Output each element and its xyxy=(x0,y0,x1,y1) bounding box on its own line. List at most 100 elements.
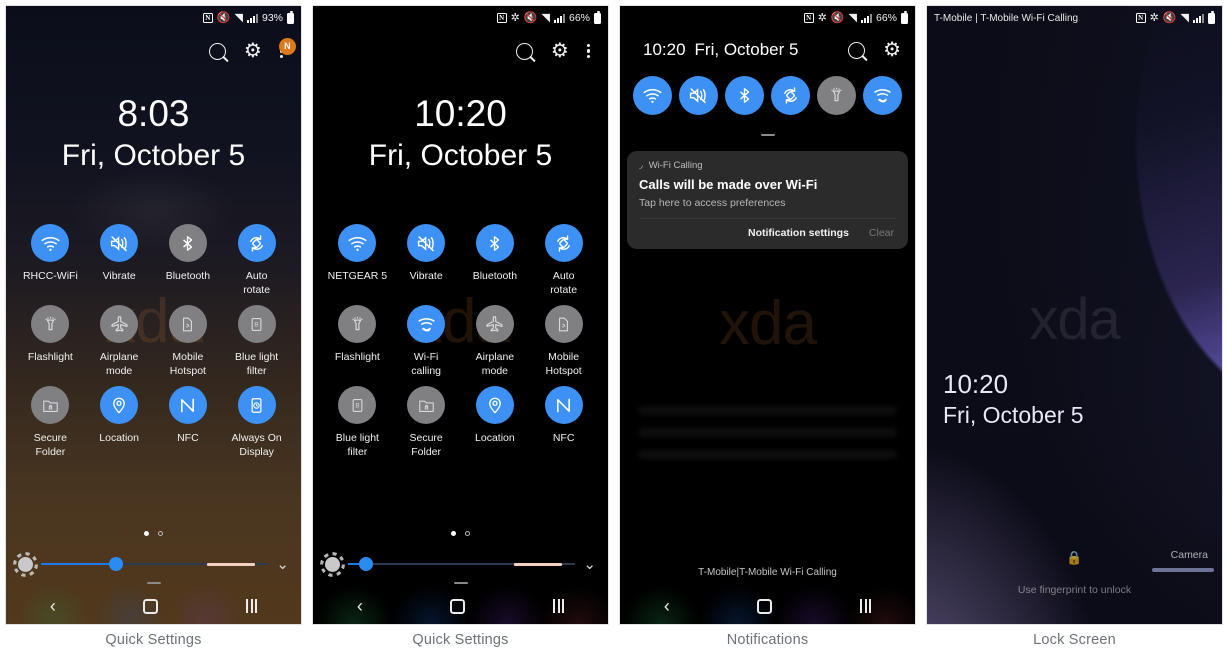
airplane-icon xyxy=(100,305,139,343)
tile-wifi[interactable]: NETGEAR 5 xyxy=(325,224,389,297)
recents-button[interactable] xyxy=(860,599,872,613)
panel-quick-settings-2: xda N ✲ 🔇 ◥ 66% ⚙ 10:20 Fri, October 5 N… xyxy=(307,0,614,655)
airplane-icon xyxy=(475,305,514,343)
gear-icon[interactable]: ⚙ xyxy=(244,41,262,61)
nfc-icon: N xyxy=(496,13,507,23)
home-button[interactable] xyxy=(757,598,773,614)
status-bar-2: N ✲ 🔇 ◥ 66% xyxy=(313,6,608,30)
compact-tile-bluetooth[interactable] xyxy=(725,76,764,115)
tile-aod[interactable]: Always On Display xyxy=(225,386,289,459)
compact-tile-vibrate[interactable] xyxy=(679,76,718,115)
wifi-icon: ◥ xyxy=(541,11,550,24)
tile-flashlight[interactable]: Flashlight xyxy=(325,305,389,378)
tile-securefolder[interactable]: Secure Folder xyxy=(18,386,82,459)
notification-header: 10:20 Fri, October 5 ⚙ xyxy=(620,34,915,66)
drag-handle[interactable] xyxy=(453,582,468,584)
tile-autorotate[interactable]: Auto rotate xyxy=(532,224,596,297)
tile-wifi[interactable]: RHCC-WiFi xyxy=(18,224,82,297)
more-options-icon[interactable] xyxy=(586,43,590,59)
camera-shortcut-handle[interactable] xyxy=(1152,568,1214,572)
gear-icon[interactable]: ⚙ xyxy=(551,41,569,61)
recents-button[interactable] xyxy=(246,599,258,613)
clock-time: 10:20 xyxy=(943,369,1009,399)
tile-label: Airplane mode xyxy=(475,351,515,377)
tile-label: Auto rotate xyxy=(550,270,578,296)
wifi-icon: ◥ xyxy=(1180,11,1189,24)
clear-button[interactable]: Clear xyxy=(869,227,894,239)
compact-tile-wifi[interactable] xyxy=(633,76,672,115)
vibrate-icon xyxy=(100,224,139,262)
notification-body: Tap here to access preferences xyxy=(639,197,786,209)
gear-icon[interactable]: ⚙ xyxy=(883,40,901,60)
chevron-down-icon[interactable]: ⌄ xyxy=(276,555,289,573)
clock-3: 10:20 Fri, October 5 xyxy=(634,40,848,60)
signal-icon xyxy=(553,13,565,23)
lock-clock: 10:20 Fri, October 5 xyxy=(943,368,1084,430)
search-icon[interactable] xyxy=(848,41,866,59)
tile-airplane[interactable]: Airplane mode xyxy=(87,305,151,378)
tile-nfc[interactable]: NFC xyxy=(532,386,596,459)
brightness-track[interactable] xyxy=(41,557,269,571)
tile-bluetooth[interactable]: Bluetooth xyxy=(156,224,220,297)
notification-app-name: Wi-Fi Calling xyxy=(648,160,703,171)
search-icon[interactable] xyxy=(208,42,226,60)
compact-tiles xyxy=(620,76,915,115)
back-button[interactable]: ‹ xyxy=(357,596,363,617)
tile-nfc[interactable]: NFC xyxy=(156,386,220,459)
tile-hotspot[interactable]: Mobile Hotspot xyxy=(532,305,596,378)
tile-hotspot[interactable]: Mobile Hotspot xyxy=(156,305,220,378)
navigation-bar-2: ‹ xyxy=(313,588,608,624)
tile-label: Secure Folder xyxy=(33,432,68,458)
tile-label: Vibrate xyxy=(409,270,443,282)
brightness-icon xyxy=(18,556,33,572)
camera-shortcut-label[interactable]: Camera xyxy=(1171,549,1208,561)
compact-tile-autorotate[interactable] xyxy=(771,76,810,115)
recents-button[interactable] xyxy=(553,599,565,613)
tile-bluelight[interactable]: B Blue light filter xyxy=(325,386,389,459)
tile-autorotate[interactable]: Auto rotate xyxy=(225,224,289,297)
tile-securefolder[interactable]: Secure Folder xyxy=(394,386,458,459)
tile-flashlight[interactable]: Flashlight xyxy=(18,305,82,378)
notification-settings-button[interactable]: Notification settings xyxy=(748,227,849,239)
tile-vibrate[interactable]: Vibrate xyxy=(394,224,458,297)
tile-label: NFC xyxy=(177,432,199,444)
tile-label: Mobile Hotspot xyxy=(545,351,582,377)
carrier-label: T-Mobile | T-Mobile Wi-Fi Calling xyxy=(934,12,1079,24)
panel-caption-2: Quick Settings xyxy=(412,632,509,648)
chevron-down-icon[interactable]: ⌄ xyxy=(583,555,596,573)
tile-row: Flashlight Airplane mode Mobile Hotspot B Blue… xyxy=(6,305,301,378)
drag-handle[interactable] xyxy=(146,582,161,584)
location-icon xyxy=(100,386,139,424)
tile-wificalling[interactable]: Wi-Fi calling xyxy=(394,305,458,378)
tile-row: NETGEAR 5 Vibrate Bluetooth Auto rotate xyxy=(313,224,608,297)
tile-label: Flashlight xyxy=(334,351,380,363)
brightness-track[interactable] xyxy=(348,557,576,571)
tile-label: RHCC-WiFi xyxy=(22,270,78,282)
tile-vibrate[interactable]: Vibrate xyxy=(87,224,151,297)
home-button[interactable] xyxy=(450,598,466,614)
tile-bluelight[interactable]: B Blue light filter xyxy=(225,305,289,378)
home-button[interactable] xyxy=(143,598,159,614)
compact-tile-wificalling[interactable] xyxy=(863,76,902,115)
drag-handle[interactable] xyxy=(760,134,775,136)
phone-screen-4: xda T-Mobile | T-Mobile Wi-Fi Calling N … xyxy=(926,5,1223,625)
search-icon[interactable] xyxy=(515,42,533,60)
back-button[interactable]: ‹ xyxy=(50,596,56,617)
battery-icon xyxy=(287,10,294,24)
clock-time: 10:20 xyxy=(414,93,507,134)
phone-screen-3: xda N ✲ 🔇 ◥ 66% 10:20 Fri, October 5 ⚙ ◞… xyxy=(619,5,916,625)
brightness-slider-1[interactable]: ⌄ xyxy=(6,551,301,577)
notification-app-row: ◞ Wi-Fi Calling xyxy=(639,160,896,171)
brightness-slider-2[interactable]: ⌄ xyxy=(313,551,608,577)
tile-bluetooth[interactable]: Bluetooth xyxy=(463,224,527,297)
tile-location[interactable]: Location xyxy=(463,386,527,459)
notification-card[interactable]: ◞ Wi-Fi Calling Calls will be made over … xyxy=(627,151,908,249)
tile-location[interactable]: Location xyxy=(87,386,151,459)
battery-icon xyxy=(901,10,908,24)
securefolder-icon xyxy=(407,386,446,424)
nfc-icon xyxy=(544,386,583,424)
compact-tile-flashlight[interactable] xyxy=(817,76,856,115)
back-button[interactable]: ‹ xyxy=(664,596,670,617)
tile-airplane[interactable]: Airplane mode xyxy=(463,305,527,378)
more-options-icon[interactable]: N xyxy=(278,37,296,59)
